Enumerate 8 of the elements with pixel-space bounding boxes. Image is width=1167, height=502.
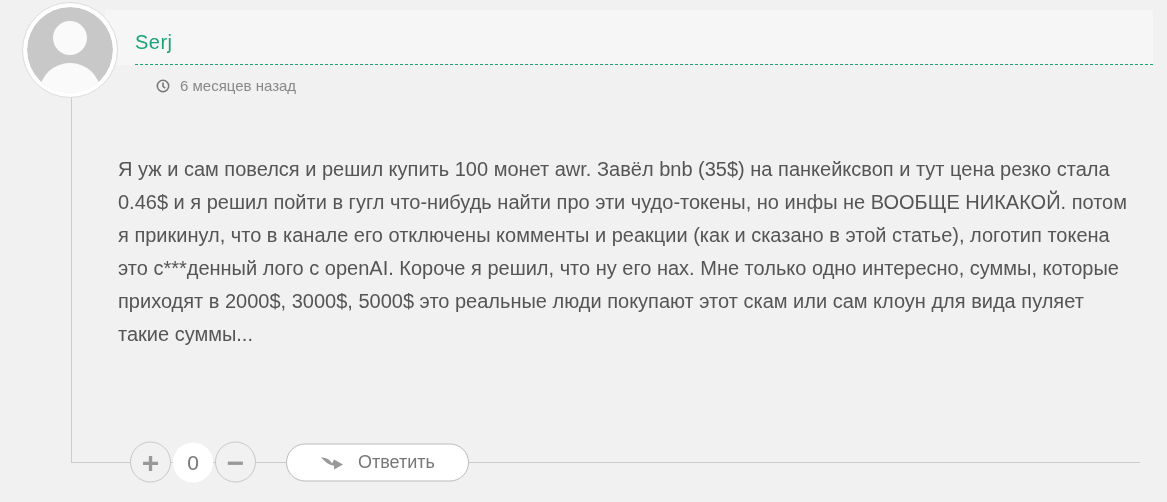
- reply-button[interactable]: Ответить: [286, 443, 469, 481]
- comment-time: 6 месяцев назад: [180, 75, 297, 96]
- upvote-button[interactable]: +: [130, 441, 171, 483]
- comment-text: Я уж и сам повелся и решил купить 100 монет awr. Завёл bnb (35$) на панкейксвоп и тут цена резко стала 0.46$ и я решил пойти в гугл что-нибудь найти про эти чудо-токены, но инфы не ВООБЩЕ НИКАКОЙ. потом я прикинул, что в канале его отключены комменты и реакции (как и сказано в этой статье), логотип токена это с***денный лого с openAI. Короче я решил, что ну его нах. Мне только одно интересно, суммы, которые приходят в 2000$, 3000$, 5000$ это реальные люди покупают этот скам или сам клоун для вида пуляет такие суммы...: [117, 157, 1128, 347]
- author-name[interactable]: Serj: [135, 30, 173, 53]
- clock-icon: [156, 78, 170, 93]
- downvote-button[interactable]: −: [215, 441, 256, 483]
- vote-count: 0: [173, 442, 213, 482]
